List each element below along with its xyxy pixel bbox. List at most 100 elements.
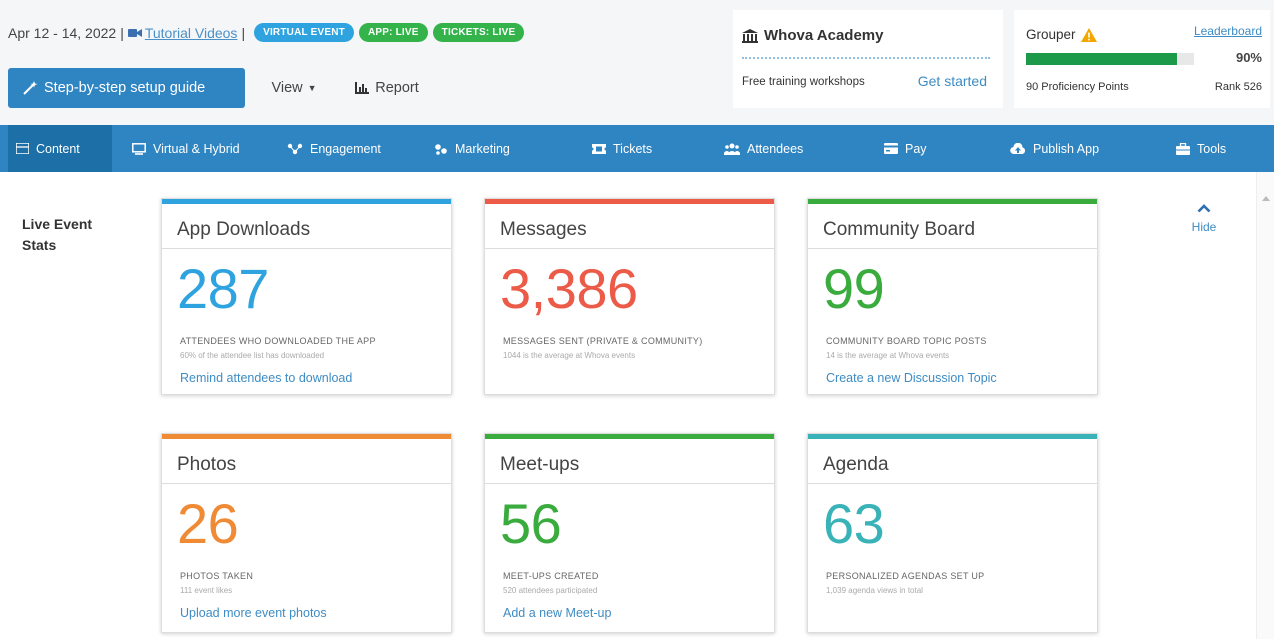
stat-card-app-downloads: App Downloads 287 ATTENDEES WHO DOWNLOAD…: [161, 198, 452, 395]
card-accent-bar: [808, 199, 1097, 204]
academy-title: Whova Academy: [742, 27, 883, 44]
rank-value: Rank 526: [1214, 81, 1262, 93]
hide-stats-button[interactable]: Hide: [1186, 202, 1222, 234]
card-divider: [485, 483, 774, 484]
card-description: MESSAGES SENT (PRIVATE & COMMUNITY): [503, 336, 703, 346]
nav-label: Attendees: [747, 141, 804, 156]
progress-percent: 90%: [1235, 50, 1262, 65]
card-subdescription: 14 is the average at Whova events: [826, 351, 950, 360]
grouper-panel: Grouper Leaderboard 90% 90 Proficiency P…: [1014, 10, 1270, 108]
nav-item-tickets[interactable]: Tickets: [584, 125, 660, 172]
card-title: Community Board: [823, 219, 976, 240]
nav-label: Content: [36, 141, 80, 156]
card-accent-bar: [162, 199, 451, 204]
academy-building-icon: [742, 28, 758, 43]
stat-card-community-board: Community Board 99 COMMUNITY BOARD TOPIC…: [807, 198, 1098, 395]
nav-item-pay[interactable]: Pay: [876, 125, 935, 172]
nav-item-publish-app[interactable]: Publish App: [1002, 125, 1107, 172]
live-stats-area: Live Event Stats App Downloads 287 ATTEN…: [0, 172, 1274, 639]
scroll-up-arrow-icon[interactable]: [1262, 196, 1270, 201]
engagement-icon: [287, 143, 303, 155]
card-description: PHOTOS TAKEN: [180, 571, 254, 581]
nav-item-attendees[interactable]: Attendees: [716, 125, 811, 172]
nav-label: Pay: [905, 141, 927, 156]
setup-guide-label: Step-by-step setup guide: [44, 80, 206, 96]
stat-card-photos: Photos 26 PHOTOS TAKEN 111 event likes U…: [161, 433, 452, 633]
virtual-event-badge: VIRTUAL EVENT: [254, 23, 354, 42]
video-camera-icon: [127, 28, 142, 38]
nav-label: Tickets: [613, 141, 653, 156]
card-value: 287: [177, 257, 269, 320]
app-live-badge: APP: LIVE: [358, 23, 428, 42]
view-dropdown[interactable]: View ▼: [258, 68, 330, 108]
report-button[interactable]: Report: [340, 68, 434, 108]
nav-label: Publish App: [1033, 141, 1100, 156]
card-accent-bar: [162, 434, 451, 439]
event-meta-row: Apr 12 - 14, 2022 | Tutorial Videos | VI…: [8, 23, 525, 42]
nav-label: Engagement: [310, 141, 381, 156]
proficiency-progress-bar: [1026, 53, 1194, 65]
card-value: 63: [823, 492, 885, 555]
nav-item-marketing[interactable]: Marketing: [426, 125, 518, 172]
card-divider: [485, 248, 774, 249]
create-discussion-link[interactable]: Create a new Discussion Topic: [826, 371, 997, 385]
setup-guide-button[interactable]: Step-by-step setup guide: [8, 68, 245, 108]
stat-card-meetups: Meet-ups 56 MEET-UPS CREATED 520 attende…: [484, 433, 775, 633]
card-accent-bar: [485, 199, 774, 204]
card-title: Agenda: [823, 454, 889, 475]
remind-download-link[interactable]: Remind attendees to download: [180, 371, 352, 385]
academy-divider: [742, 57, 990, 59]
warning-icon: [1080, 27, 1097, 42]
add-meetup-link[interactable]: Add a new Meet-up: [503, 606, 611, 620]
whova-academy-panel: Whova Academy Free training workshops Ge…: [733, 10, 1003, 108]
ticket-icon: [592, 143, 606, 154]
nav-item-virtual-hybrid[interactable]: Virtual & Hybrid: [124, 125, 248, 172]
separator: |: [120, 24, 124, 41]
nav-label: Marketing: [455, 141, 510, 156]
card-value: 56: [500, 492, 562, 555]
stat-card-messages: Messages 3,386 MESSAGES SENT (PRIVATE & …: [484, 198, 775, 395]
progress-fill: [1026, 53, 1178, 65]
caret-down-icon: ▼: [307, 83, 317, 93]
card-divider: [162, 483, 451, 484]
card-description: MEET-UPS CREATED: [503, 571, 599, 581]
nav-item-engagement[interactable]: Engagement: [279, 125, 389, 172]
nav-item-content[interactable]: Content: [8, 125, 112, 172]
card-accent-bar: [808, 434, 1097, 439]
card-title: Messages: [500, 219, 587, 240]
vertical-scrollbar[interactable]: [1256, 172, 1274, 639]
leaderboard-link[interactable]: Leaderboard: [1194, 24, 1262, 38]
card-title: App Downloads: [177, 219, 311, 240]
academy-title-text: Whova Academy: [764, 27, 884, 44]
proficiency-points: 90 Proficiency Points: [1026, 81, 1129, 93]
monitor-icon: [132, 142, 146, 155]
card-divider: [808, 248, 1097, 249]
grouper-label: Grouper: [1026, 27, 1076, 42]
get-started-link[interactable]: Get started: [918, 73, 987, 89]
card-accent-bar: [485, 434, 774, 439]
card-description: PERSONALIZED AGENDAS SET UP: [826, 571, 985, 581]
tutorial-videos-link[interactable]: Tutorial Videos: [145, 25, 238, 41]
upload-photos-link[interactable]: Upload more event photos: [180, 606, 327, 620]
card-divider: [162, 248, 451, 249]
section-label: Live Event Stats: [22, 214, 132, 256]
main-nav: Content Virtual & Hybrid Engagement Mark…: [0, 125, 1274, 172]
cloud-upload-icon: [1010, 142, 1026, 155]
card-value: 3,386: [500, 257, 638, 320]
section-label-line1: Live Event: [22, 216, 93, 232]
card-value: 26: [177, 492, 239, 555]
separator: |: [241, 24, 246, 41]
card-subdescription: 111 event likes: [180, 586, 233, 595]
card-divider: [808, 483, 1097, 484]
card-subdescription: 1044 is the average at Whova events: [503, 351, 636, 360]
report-label: Report: [375, 80, 419, 96]
nav-item-tools[interactable]: Tools: [1168, 125, 1234, 172]
academy-subtitle: Free training workshops: [742, 76, 865, 88]
nav-label: Virtual & Hybrid: [153, 141, 240, 156]
stat-card-agenda: Agenda 63 PERSONALIZED AGENDAS SET UP 1,…: [807, 433, 1098, 633]
pay-icon: [884, 143, 898, 154]
grouper-label-row: Grouper: [1026, 27, 1097, 42]
hide-label: Hide: [1191, 220, 1217, 234]
tickets-live-badge: TICKETS: LIVE: [432, 23, 525, 42]
nav-label: Tools: [1197, 141, 1227, 156]
